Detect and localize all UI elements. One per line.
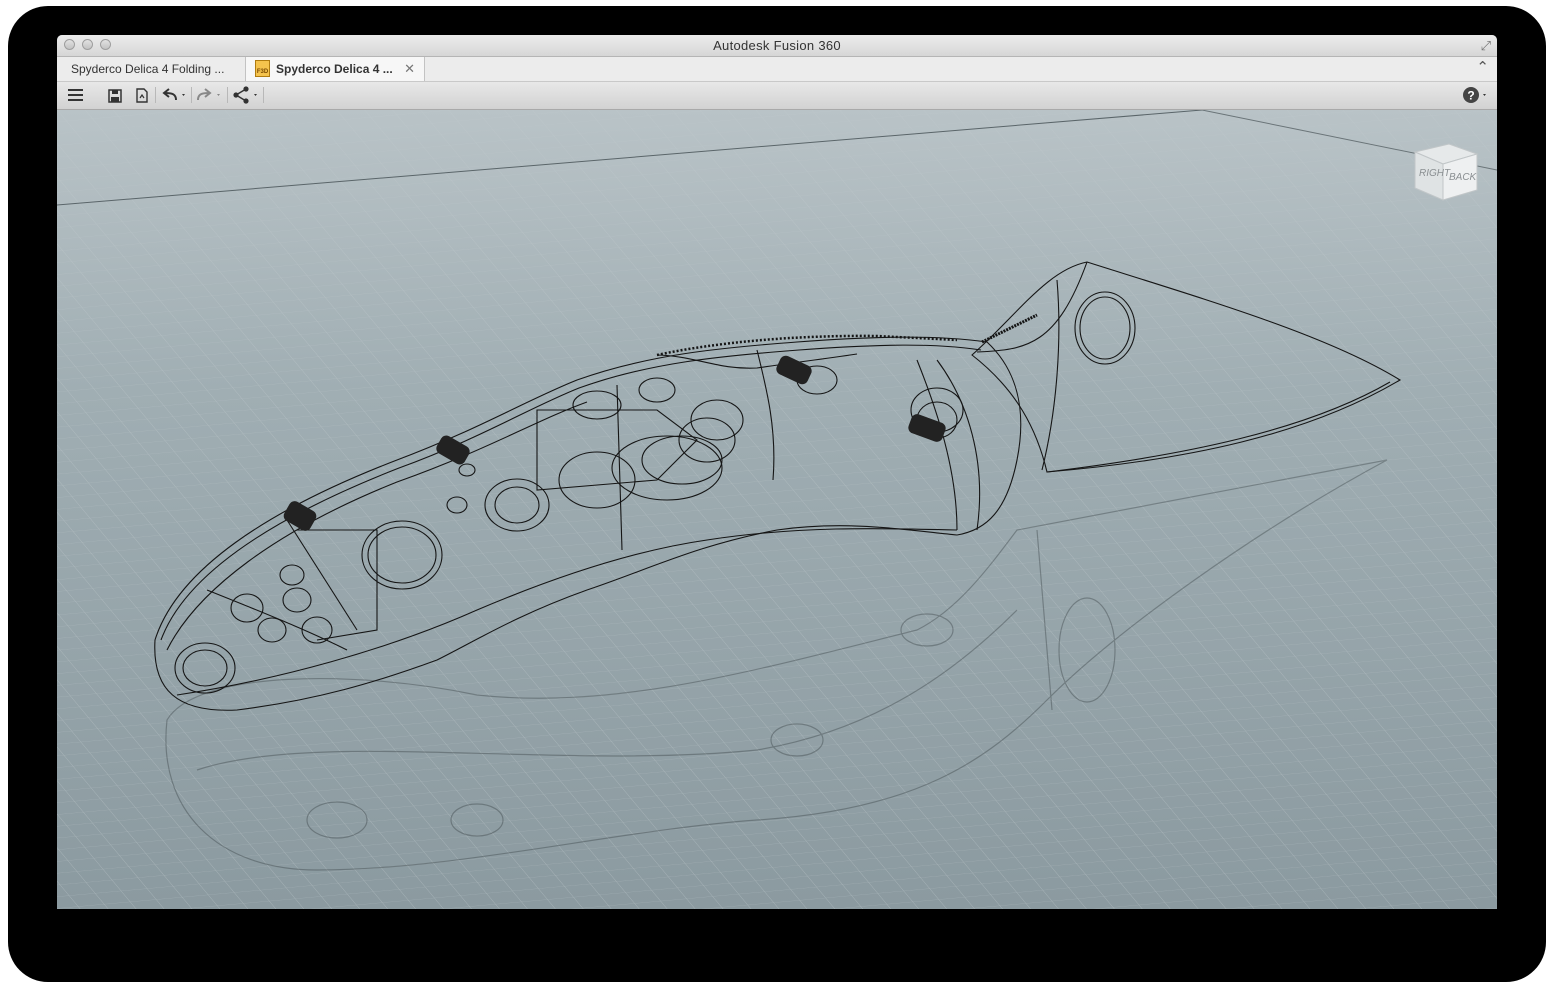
menu-icon[interactable]	[67, 85, 85, 105]
tab-document-1[interactable]: Spyderco Delica 4 Folding ...	[71, 57, 243, 81]
quick-access-toolbar: ?	[57, 82, 1497, 110]
canvas-viewport[interactable]: RIGHT BACK	[57, 109, 1497, 909]
window-controls	[64, 39, 111, 50]
export-icon[interactable]	[134, 85, 150, 105]
minimize-window-button[interactable]	[82, 39, 93, 50]
tab-label: Spyderco Delica 4 ...	[276, 62, 393, 76]
model-canvas[interactable]	[57, 109, 1497, 909]
app-window: Autodesk Fusion 360 ⤢ Spyderco Delica 4 …	[57, 35, 1497, 909]
window-title: Autodesk Fusion 360	[713, 38, 841, 53]
close-window-button[interactable]	[64, 39, 75, 50]
undo-icon[interactable]	[160, 85, 190, 105]
document-tab-bar: Spyderco Delica 4 Folding ... F3D Spyder…	[57, 57, 1497, 82]
viewcube-right-face[interactable]: RIGHT	[1419, 168, 1451, 179]
collapse-chevron-icon[interactable]: ⌃	[1476, 58, 1489, 76]
save-icon[interactable]	[107, 85, 123, 105]
tab-label: Spyderco Delica 4 Folding ...	[71, 62, 225, 76]
f3d-document-icon: F3D	[255, 60, 270, 77]
view-cube[interactable]: RIGHT BACK	[1409, 138, 1481, 215]
ground-grid	[57, 110, 1497, 909]
help-icon[interactable]: ?	[1461, 85, 1491, 105]
tab-close-icon[interactable]: ✕	[404, 57, 415, 81]
fullscreen-arrows-icon[interactable]: ⤢	[1481, 38, 1491, 54]
redo-icon[interactable]	[195, 85, 225, 105]
share-icon[interactable]	[232, 85, 262, 105]
tab-document-2[interactable]: F3D Spyderco Delica 4 ... ✕	[245, 57, 425, 81]
title-bar[interactable]: Autodesk Fusion 360 ⤢	[57, 35, 1497, 57]
viewcube-back-face[interactable]: BACK	[1449, 172, 1478, 183]
zoom-window-button[interactable]	[100, 39, 111, 50]
svg-text:?: ?	[1467, 89, 1474, 103]
